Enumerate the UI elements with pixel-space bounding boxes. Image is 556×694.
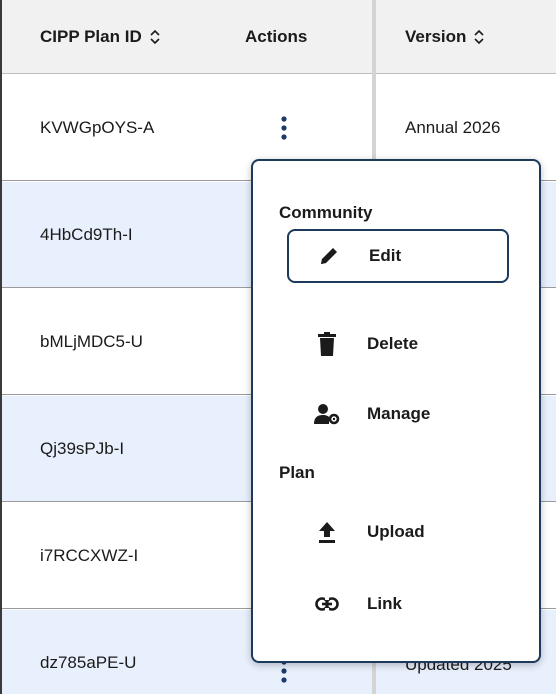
link-icon — [287, 597, 367, 611]
user-gear-icon — [287, 403, 367, 425]
menu-group-community-title: Community — [279, 203, 373, 222]
plan-id-cell: 4HbCd9Th-I — [40, 225, 133, 244]
menu-item-label: Upload — [367, 522, 425, 541]
plan-id-cell: dz785aPE-U — [40, 653, 137, 672]
trash-icon — [287, 332, 367, 356]
column-header-label: Version — [405, 27, 467, 46]
column-header-actions: Actions — [245, 0, 307, 74]
table-header: CIPP Plan ID Actions Version — [2, 0, 556, 74]
column-header-label: CIPP Plan ID — [40, 27, 142, 46]
menu-group-plan-title: Plan — [279, 463, 315, 482]
plan-id-cell: Qj39sPJb-I — [40, 439, 125, 458]
menu-item-manage[interactable]: Manage — [287, 387, 509, 441]
menu-item-label: Delete — [367, 334, 419, 353]
menu-item-label: Manage — [367, 404, 431, 423]
plan-id-cell: bMLjMDC5-U — [40, 332, 143, 351]
sort-icon[interactable] — [474, 30, 484, 44]
column-header-version[interactable]: Version — [405, 0, 484, 74]
menu-item-link[interactable]: Link — [287, 577, 509, 631]
upload-icon — [287, 521, 367, 543]
menu-item-upload[interactable]: Upload — [287, 505, 509, 559]
menu-item-label: Link — [367, 594, 402, 613]
pencil-icon — [289, 245, 369, 267]
menu-item-label: Edit — [369, 246, 402, 265]
plan-id-cell: KVWGpOYS-A — [40, 118, 155, 137]
sort-icon[interactable] — [150, 30, 160, 44]
row-actions-menu: Community Edit Delete Manage Plan Upload… — [251, 159, 541, 663]
column-header-label: Actions — [245, 27, 308, 46]
kebab-icon — [281, 116, 287, 140]
menu-item-edit[interactable]: Edit — [287, 229, 509, 283]
column-header-plan-id[interactable]: CIPP Plan ID — [40, 0, 160, 74]
menu-item-delete[interactable]: Delete — [287, 317, 509, 371]
plan-id-cell: i7RCCXWZ-I — [40, 546, 139, 565]
